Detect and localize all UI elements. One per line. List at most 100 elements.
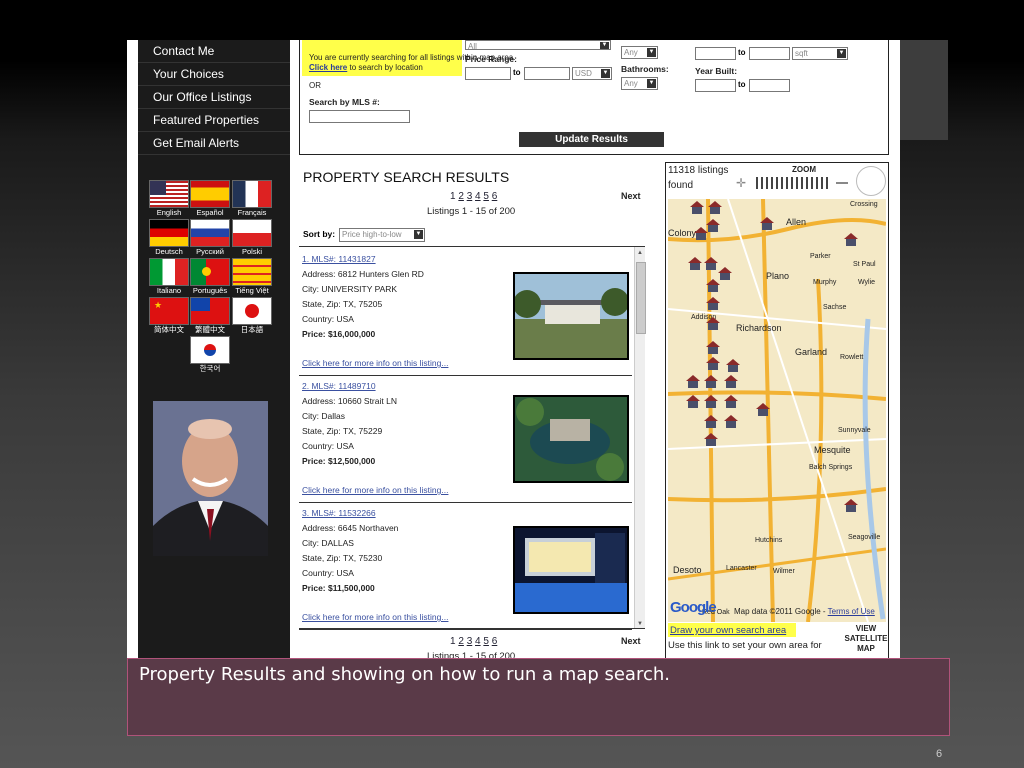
- house-marker-icon[interactable]: [844, 233, 858, 246]
- house-marker-icon[interactable]: [724, 395, 738, 408]
- page-6[interactable]: 6: [492, 191, 498, 202]
- pan-control-icon[interactable]: [856, 166, 886, 196]
- house-marker-icon[interactable]: [706, 279, 720, 292]
- house-marker-icon[interactable]: [704, 375, 718, 388]
- listing-more-info-link[interactable]: Click here for more info on this listing…: [302, 485, 448, 495]
- page-3[interactable]: 3: [467, 191, 473, 202]
- house-marker-icon[interactable]: [704, 415, 718, 428]
- year-built-min-input[interactable]: [695, 79, 736, 92]
- lang-francais[interactable]: Français: [231, 180, 273, 218]
- page-2[interactable]: 2: [458, 191, 464, 202]
- house-marker-icon[interactable]: [690, 201, 704, 214]
- listing-more-info-link[interactable]: Click here for more info on this listing…: [302, 612, 448, 622]
- view-satellite-map-button[interactable]: VIEW SATELLITE MAP: [844, 624, 888, 654]
- russia-flag-icon: [190, 219, 230, 247]
- lot-unit-select[interactable]: sqft ▼: [792, 47, 848, 60]
- house-marker-icon[interactable]: [704, 395, 718, 408]
- lang-simplified-chinese[interactable]: ★ 简体中文: [148, 297, 190, 335]
- house-marker-icon[interactable]: [704, 433, 718, 446]
- house-marker-icon[interactable]: [760, 217, 774, 230]
- lang-espanol[interactable]: Español: [189, 180, 231, 218]
- house-marker-icon[interactable]: [726, 359, 740, 372]
- house-marker-icon[interactable]: [694, 227, 708, 240]
- page-5[interactable]: 5: [483, 191, 489, 202]
- year-built-label: Year Built:: [695, 66, 738, 76]
- results-scrollbar[interactable]: ▲ ▼: [634, 247, 646, 629]
- lang-korean[interactable]: 한국어: [189, 336, 231, 374]
- lang-portugues[interactable]: Português: [189, 258, 231, 296]
- scrollbar-thumb[interactable]: [636, 262, 646, 334]
- bathrooms-select[interactable]: Any ▼: [621, 77, 658, 90]
- house-marker-icon[interactable]: [706, 317, 720, 330]
- house-marker-icon[interactable]: [706, 219, 720, 232]
- lang-italiano[interactable]: Italiano: [148, 258, 190, 296]
- slide-number: 6: [936, 748, 943, 760]
- lang-vietnamese[interactable]: Tiếng Việt: [231, 258, 273, 296]
- lang-polski[interactable]: Polski: [231, 219, 273, 257]
- terms-of-use-link[interactable]: Terms of Use: [828, 607, 875, 616]
- next-link-bottom[interactable]: Next: [621, 636, 641, 646]
- currency-select[interactable]: USD ▼: [572, 67, 612, 80]
- page-3[interactable]: 3: [467, 636, 473, 647]
- property-type-select[interactable]: All ▼: [465, 40, 611, 51]
- zoom-slider[interactable]: [756, 177, 831, 189]
- lang-traditional-chinese[interactable]: 繁體中文: [189, 297, 231, 335]
- lot-size-max-input[interactable]: [749, 47, 790, 60]
- update-results-button[interactable]: Update Results: [519, 132, 664, 147]
- page-4[interactable]: 4: [475, 191, 481, 202]
- house-marker-icon[interactable]: [686, 375, 700, 388]
- sort-select[interactable]: Price high-to-low ▼: [339, 228, 425, 242]
- page-1[interactable]: 1: [450, 191, 456, 202]
- house-marker-icon[interactable]: [686, 395, 700, 408]
- mls-input[interactable]: [309, 110, 410, 123]
- lang-deutsch[interactable]: Deutsch: [148, 219, 190, 257]
- page-5[interactable]: 5: [483, 636, 489, 647]
- listing-item: 2. MLS#: 11489710 Address: 10660 Strait …: [299, 375, 632, 503]
- scroll-down-icon[interactable]: ▼: [637, 621, 643, 627]
- page-2[interactable]: 2: [458, 636, 464, 647]
- menu-item-office-listings[interactable]: Our Office Listings: [138, 86, 290, 109]
- listing-mls-link[interactable]: 2. MLS#: 11489710: [302, 381, 376, 391]
- listing-mls-link[interactable]: 3. MLS#: 11532266: [302, 508, 376, 518]
- click-here-link[interactable]: Click here: [309, 63, 347, 72]
- house-marker-icon[interactable]: [724, 415, 738, 428]
- house-marker-icon[interactable]: [688, 257, 702, 270]
- bedrooms-select[interactable]: Any ▼: [621, 46, 658, 59]
- lang-english[interactable]: English: [148, 180, 190, 218]
- map-copyright: Map data ©2011 Google - Terms of Use: [734, 607, 875, 616]
- lang-japanese[interactable]: 日本語: [231, 297, 273, 335]
- house-marker-icon[interactable]: [708, 201, 722, 214]
- page-6[interactable]: 6: [492, 636, 498, 647]
- lot-size-min-input[interactable]: [695, 47, 736, 60]
- house-marker-icon[interactable]: [706, 297, 720, 310]
- price-min-input[interactable]: [465, 67, 511, 80]
- listing-more-info-link[interactable]: Click here for more info on this listing…: [302, 358, 448, 368]
- listing-photo[interactable]: [513, 526, 629, 614]
- price-max-input[interactable]: [524, 67, 570, 80]
- menu-item-featured[interactable]: Featured Properties: [138, 109, 290, 132]
- house-marker-icon[interactable]: [844, 499, 858, 512]
- house-marker-icon[interactable]: [756, 403, 770, 416]
- house-marker-icon[interactable]: [718, 267, 732, 280]
- draw-search-area-link[interactable]: Draw your own search area: [670, 625, 786, 636]
- next-link-top[interactable]: Next: [621, 191, 641, 201]
- zoom-out-icon[interactable]: ✛: [736, 176, 746, 190]
- listing-photo[interactable]: [513, 395, 629, 483]
- house-marker-icon[interactable]: [706, 357, 720, 370]
- year-built-max-input[interactable]: [749, 79, 790, 92]
- zoom-in-icon[interactable]: [836, 182, 848, 184]
- house-marker-icon[interactable]: [704, 257, 718, 270]
- listing-photo[interactable]: [513, 272, 629, 360]
- page-1[interactable]: 1: [450, 636, 456, 647]
- menu-item-choices[interactable]: Your Choices: [138, 63, 290, 86]
- house-marker-icon[interactable]: [724, 375, 738, 388]
- lang-russian[interactable]: Русский: [189, 219, 231, 257]
- menu-item-email-alerts[interactable]: Get Email Alerts: [138, 132, 290, 155]
- menu-item-contact[interactable]: Contact Me: [138, 40, 290, 63]
- map-canvas[interactable]: Allen Plano Murphy Wylie Sachse Richards…: [668, 199, 886, 622]
- listing-address: Address: 6812 Hunters Glen RD: [302, 269, 424, 279]
- page-4[interactable]: 4: [475, 636, 481, 647]
- listing-mls-link[interactable]: 1. MLS#: 11431827: [302, 254, 376, 264]
- scroll-up-icon[interactable]: ▲: [637, 250, 643, 256]
- house-marker-icon[interactable]: [706, 341, 720, 354]
